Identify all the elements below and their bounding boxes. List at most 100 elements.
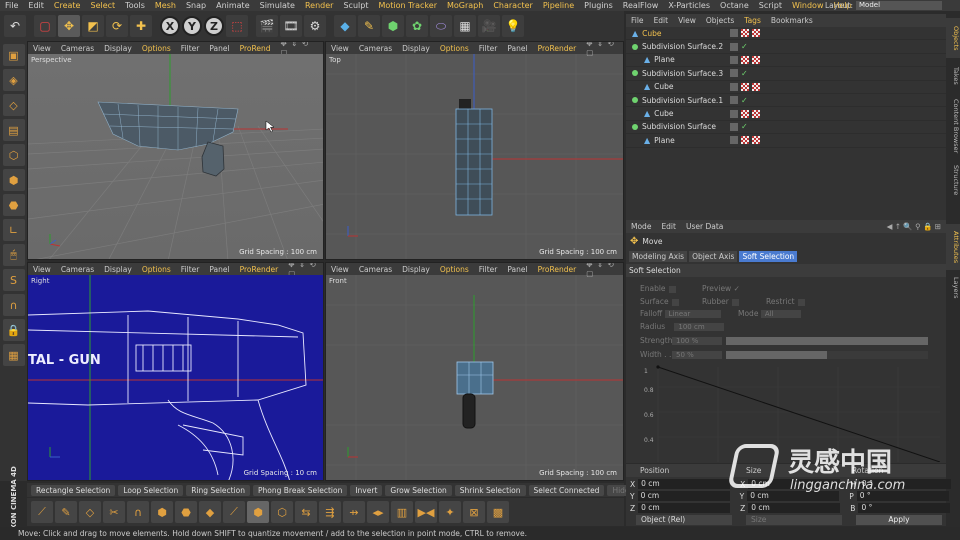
- pen-icon[interactable]: ✎: [358, 15, 380, 37]
- menu-cameras[interactable]: Cameras: [354, 265, 397, 274]
- menu-display[interactable]: Display: [397, 265, 435, 274]
- menu-view[interactable]: View: [326, 44, 354, 53]
- dissolve-icon[interactable]: ▩: [487, 501, 509, 523]
- bevel-icon[interactable]: ◆: [199, 501, 221, 523]
- lock-workplane-icon[interactable]: 🔒: [2, 319, 25, 341]
- position-field[interactable]: 0 cm: [638, 503, 731, 513]
- preview-checkbox[interactable]: ✓: [734, 284, 740, 293]
- ring-selection-button[interactable]: Ring Selection: [186, 484, 251, 496]
- visibility-toggle[interactable]: [730, 69, 738, 78]
- material-tag-icon[interactable]: [741, 82, 749, 91]
- stitch-icon[interactable]: ⬡: [271, 501, 293, 523]
- shrink-selection-button[interactable]: Shrink Selection: [454, 484, 526, 496]
- tab-object-axis[interactable]: Object Axis: [689, 251, 738, 262]
- light-icon[interactable]: 💡: [502, 15, 524, 37]
- slide-icon[interactable]: ◂▸: [367, 501, 389, 523]
- material-tag-icon[interactable]: [752, 109, 760, 118]
- attributes-nav-icons[interactable]: ◀ ↑ 🔍 ⚲ 🔒 ⊞: [882, 222, 946, 231]
- object-row[interactable]: ▲ Cube: [626, 107, 946, 121]
- select-rect-icon[interactable]: ▢: [34, 15, 56, 37]
- split-icon[interactable]: ⇸: [343, 501, 365, 523]
- object-row[interactable]: ▲ Plane: [626, 134, 946, 148]
- gun-model-front[interactable]: [456, 361, 494, 429]
- menu-item-animate[interactable]: Animate: [211, 0, 255, 11]
- menu-view[interactable]: View: [28, 44, 56, 53]
- close-hole-icon[interactable]: ⬢: [247, 501, 269, 523]
- menu-item-simulate[interactable]: Simulate: [255, 0, 300, 11]
- menu-options[interactable]: Options: [137, 265, 176, 274]
- menu-item-realflow[interactable]: RealFlow: [618, 0, 664, 11]
- phong-break-selection-button[interactable]: Phong Break Selection: [253, 484, 348, 496]
- magnet-icon[interactable]: ∩: [2, 294, 25, 316]
- menu-item-edit[interactable]: Edit: [23, 0, 49, 11]
- object-row[interactable]: Subdivision Surface.3 ✓: [626, 67, 946, 81]
- render-picture-icon[interactable]: 🎞: [280, 15, 302, 37]
- scale-icon[interactable]: ◩: [82, 15, 104, 37]
- material-tag-icon[interactable]: [741, 136, 749, 145]
- visibility-toggle[interactable]: [730, 109, 738, 118]
- menu-prorender[interactable]: ProRender: [533, 44, 582, 53]
- make-editable-icon[interactable]: ▣: [2, 44, 25, 66]
- object-row[interactable]: Subdivision Surface ✓: [626, 121, 946, 135]
- visibility-toggle[interactable]: [730, 82, 738, 91]
- material-tag-icon[interactable]: [752, 136, 760, 145]
- rotation-field[interactable]: 0 °: [858, 503, 951, 513]
- viewport-perspective[interactable]: View Cameras Display Options Filter Pane…: [27, 41, 324, 260]
- menu-item-snap[interactable]: Snap: [181, 0, 211, 11]
- enabled-check-icon[interactable]: ✓: [741, 42, 748, 51]
- camera-icon[interactable]: 🎥: [478, 15, 500, 37]
- clone-icon[interactable]: ⇶: [319, 501, 341, 523]
- extrude-inner-icon[interactable]: ⬣: [175, 501, 197, 523]
- y-axis-icon[interactable]: Y: [182, 16, 202, 36]
- menu-display[interactable]: Display: [397, 44, 435, 53]
- object-row[interactable]: ▲ Cube: [626, 81, 946, 94]
- menu-display[interactable]: Display: [99, 265, 137, 274]
- rectangle-selection-button[interactable]: Rectangle Selection: [31, 484, 116, 496]
- polygons-mode-icon[interactable]: ⬣: [2, 194, 25, 216]
- falloff-select[interactable]: Linear: [664, 310, 721, 318]
- model-mode-icon[interactable]: ◈: [2, 69, 25, 91]
- enable-checkbox[interactable]: [668, 285, 676, 293]
- size-field[interactable]: 0 cm: [748, 503, 841, 513]
- texture-mode-icon[interactable]: ◇: [2, 94, 25, 116]
- position-field[interactable]: 0 cm: [637, 491, 730, 501]
- material-tag-icon[interactable]: [752, 29, 760, 38]
- menu-bookmarks[interactable]: Bookmarks: [766, 16, 818, 25]
- menu-item-file[interactable]: File: [0, 0, 23, 11]
- menu-item-motion-tracker[interactable]: Motion Tracker: [373, 0, 442, 11]
- menu-prorender[interactable]: ProRend: [235, 44, 276, 53]
- gun-model-top[interactable]: [455, 99, 493, 216]
- strength-field[interactable]: 100 %: [672, 336, 722, 345]
- menu-item-render[interactable]: Render: [300, 0, 338, 11]
- surface-checkbox[interactable]: [671, 298, 679, 306]
- visibility-toggle[interactable]: [730, 96, 738, 105]
- menu-item-create[interactable]: Create: [49, 0, 86, 11]
- tab-objects[interactable]: Objects: [946, 18, 960, 58]
- tab-attributes[interactable]: Attributes: [946, 224, 960, 270]
- add-icon[interactable]: ✚: [130, 15, 152, 37]
- tab-content-browser[interactable]: Content Browser: [946, 94, 960, 158]
- material-tag-icon[interactable]: [752, 82, 760, 91]
- menu-panel[interactable]: Panel: [502, 44, 532, 53]
- curve-knot[interactable]: [656, 365, 660, 369]
- workplane-grid-icon[interactable]: ▦: [2, 344, 25, 366]
- knife-icon[interactable]: ⟋: [31, 501, 53, 523]
- menu-prorender[interactable]: ProRender: [235, 265, 284, 274]
- menu-file[interactable]: File: [626, 16, 649, 25]
- menu-item-sculpt[interactable]: Sculpt: [338, 0, 373, 11]
- viewport-top[interactable]: View Cameras Display Options Filter Pane…: [325, 41, 624, 260]
- menu-user-data[interactable]: User Data: [681, 222, 728, 231]
- viewport-right[interactable]: View Cameras Display Options Filter Pane…: [27, 262, 324, 481]
- menu-cameras[interactable]: Cameras: [56, 265, 99, 274]
- menu-filter[interactable]: Filter: [474, 44, 503, 53]
- menu-item-mesh[interactable]: Mesh: [150, 0, 181, 11]
- menu-display[interactable]: Display: [99, 44, 137, 53]
- menu-panel[interactable]: Panel: [204, 265, 234, 274]
- menu-view[interactable]: View: [673, 16, 701, 25]
- viewport-canvas[interactable]: [326, 54, 623, 259]
- move-icon[interactable]: ✥: [58, 15, 80, 37]
- points-mode-icon[interactable]: ⬡: [2, 144, 25, 166]
- object-row[interactable]: Subdivision Surface.1 ✓: [626, 94, 946, 108]
- enabled-check-icon[interactable]: ✓: [741, 69, 748, 78]
- menu-tags[interactable]: Tags: [739, 16, 766, 25]
